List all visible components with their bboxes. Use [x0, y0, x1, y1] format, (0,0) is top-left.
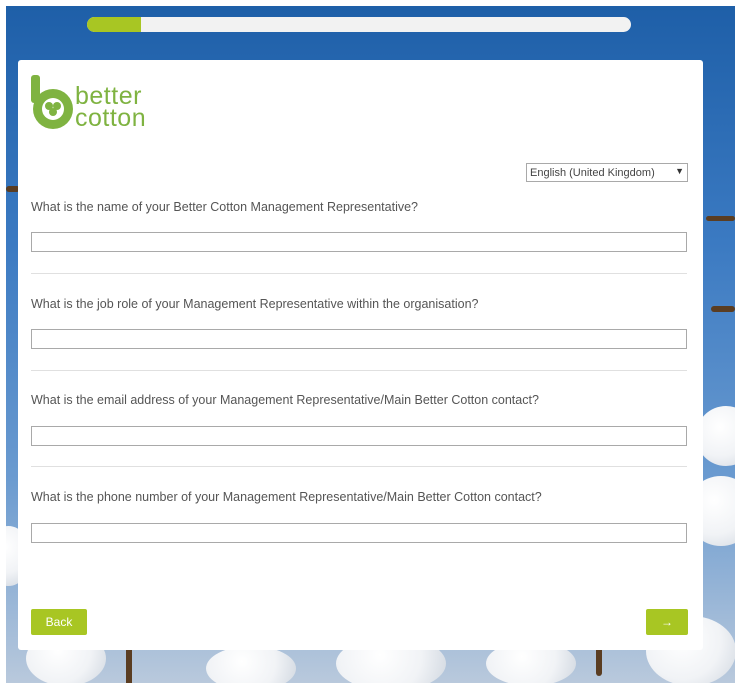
cotton-logo-icon: [31, 75, 73, 129]
divider: [31, 273, 687, 274]
next-button[interactable]: →: [646, 609, 688, 635]
chevron-down-icon: ▼: [675, 166, 684, 176]
question-3-input[interactable]: [31, 426, 687, 446]
progress-bar: [87, 17, 631, 32]
better-cotton-logo: better cotton: [31, 75, 181, 135]
question-1-label: What is the name of your Better Cotton M…: [31, 200, 419, 214]
question-4-input[interactable]: [31, 523, 687, 543]
logo-text-cotton: cotton: [75, 104, 147, 132]
survey-card: better cotton English (United Kingdom) ▼…: [18, 60, 703, 650]
progress-bar-fill: [87, 17, 142, 32]
question-4-label: What is the phone number of your Managem…: [31, 490, 542, 504]
question-2-label: What is the job role of your Management …: [31, 297, 479, 311]
question-2-input[interactable]: [31, 329, 687, 349]
language-select-value: English (United Kingdom): [530, 166, 655, 179]
divider: [31, 370, 687, 371]
question-3-label: What is the email address of your Manage…: [31, 393, 539, 407]
language-select[interactable]: English (United Kingdom) ▼: [526, 163, 688, 182]
divider: [31, 466, 687, 467]
back-button[interactable]: Back: [31, 609, 87, 635]
question-1-input[interactable]: [31, 232, 687, 252]
